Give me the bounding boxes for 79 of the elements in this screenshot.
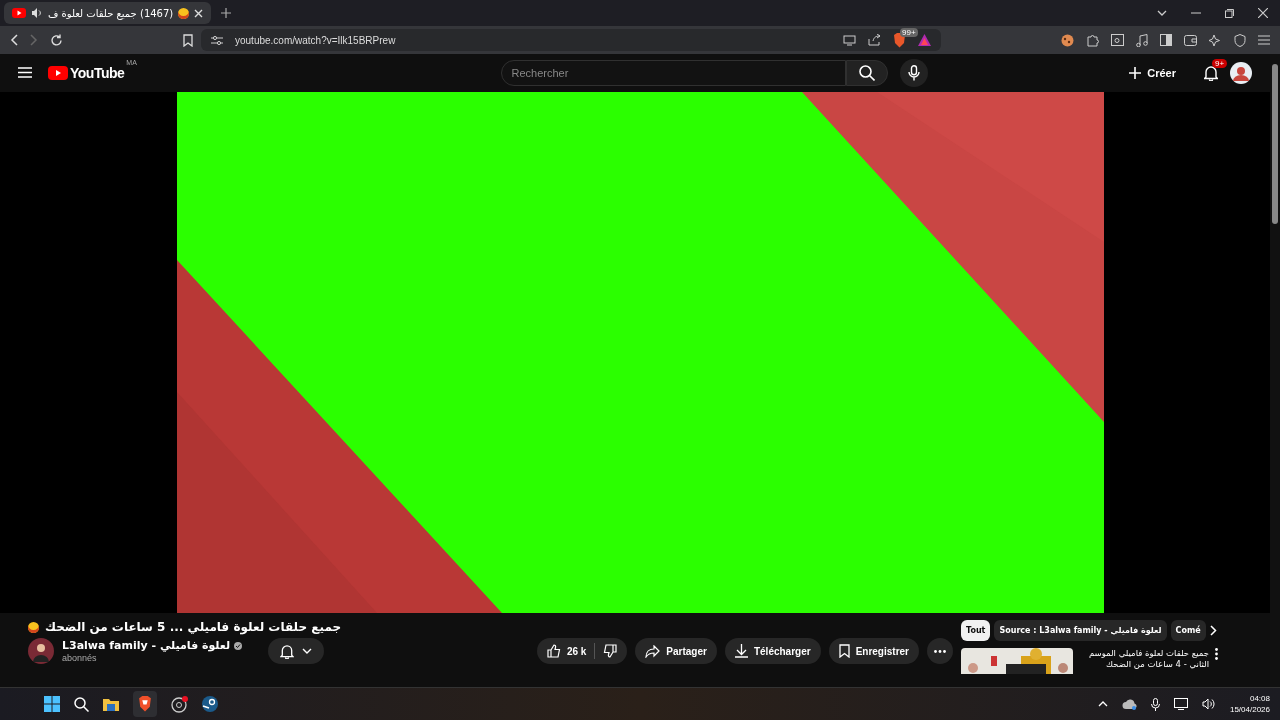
laughing-emoji-icon xyxy=(28,621,39,633)
more-icon xyxy=(934,649,946,653)
chevron-down-icon xyxy=(302,648,313,654)
puzzle-icon[interactable] xyxy=(1086,33,1099,47)
thumbs-down-icon xyxy=(603,644,618,658)
sparkle-icon[interactable] xyxy=(1209,33,1222,47)
browser-tab[interactable]: (1467) جميع حلقات لعلوة ف xyxy=(4,2,212,24)
speaker-icon[interactable] xyxy=(1201,698,1216,710)
share-icon[interactable] xyxy=(868,34,881,46)
window-search-icon[interactable] xyxy=(1111,34,1124,46)
wallet-icon[interactable] xyxy=(1184,34,1197,46)
search-icon xyxy=(858,64,875,81)
microphone-icon xyxy=(907,64,920,81)
notification-bell-button[interactable] xyxy=(268,638,325,664)
address-bar[interactable]: youtube.com/watch?v=Ilk15BRPrew 99+ xyxy=(201,29,941,51)
channel-name[interactable]: L3alwa family - لعلوة فاميلي xyxy=(62,639,231,652)
clock-date: 15/04/2026 xyxy=(1229,705,1270,714)
clock-time: 04:08 xyxy=(1249,694,1270,703)
thumbs-up-icon xyxy=(546,644,561,658)
video-title[interactable]: جميع حلقات لعلوة فاميلي الموسم الثاني - 4 ساعات من الضحك xyxy=(1079,648,1209,671)
microphone-button[interactable] xyxy=(899,58,928,87)
more-vertical-icon[interactable] xyxy=(1215,648,1218,660)
channel-avatar-icon[interactable] xyxy=(28,638,54,664)
cast-icon[interactable] xyxy=(843,34,856,46)
youtube-logo-icon xyxy=(48,65,68,80)
filter-chip[interactable]: Tout xyxy=(961,620,991,641)
filter-chip[interactable]: Comé xyxy=(1170,620,1206,641)
share-button[interactable]: Partager xyxy=(635,638,717,664)
avatar-icon[interactable] xyxy=(1230,61,1252,84)
windows-start-icon[interactable] xyxy=(44,696,60,712)
download-button[interactable]: Télécharger xyxy=(724,638,821,664)
share-arrow-icon xyxy=(645,644,661,658)
download-icon xyxy=(734,644,748,658)
filter-chip[interactable]: Source : L3alwa family - لعلوة فاميلي xyxy=(994,620,1167,641)
bell-icon xyxy=(280,643,295,659)
shield-count-badge: 99+ xyxy=(900,27,918,37)
youtube-logo-text[interactable]: YouTube xyxy=(70,64,125,81)
like-button[interactable]: 26 k xyxy=(546,644,587,658)
cookie-icon[interactable] xyxy=(1061,33,1074,47)
back-icon[interactable] xyxy=(10,34,18,46)
triangle-icon[interactable] xyxy=(918,34,931,46)
music-icon[interactable] xyxy=(1136,33,1148,47)
notification-badge: 9+ xyxy=(1212,58,1228,68)
shield-icon[interactable] xyxy=(1234,33,1246,47)
search-icon[interactable] xyxy=(74,696,89,712)
close-icon[interactable] xyxy=(1258,8,1268,18)
search-field[interactable]: Rechercher xyxy=(500,59,846,86)
site-settings-icon[interactable] xyxy=(211,34,223,46)
more-button[interactable] xyxy=(927,638,953,664)
chevron-down-icon[interactable] xyxy=(1157,10,1167,16)
record-icon[interactable] xyxy=(171,695,188,713)
bell-icon[interactable] xyxy=(1204,64,1218,81)
plus-icon xyxy=(1129,66,1142,79)
dislike-button[interactable] xyxy=(603,644,618,658)
verified-icon xyxy=(234,641,243,650)
url-text: youtube.com/watch?v=Ilk15BRPrew xyxy=(235,34,396,46)
new-tab-icon[interactable] xyxy=(221,8,232,18)
create-button[interactable]: Créer xyxy=(1123,65,1182,80)
microphone-icon[interactable] xyxy=(1150,697,1160,711)
close-icon[interactable] xyxy=(194,8,204,18)
restore-icon[interactable] xyxy=(1225,8,1234,18)
search-button[interactable] xyxy=(845,59,888,86)
subscriber-count: abonnés xyxy=(62,653,98,663)
save-button[interactable]: Enregistrer xyxy=(828,638,919,664)
steam-icon[interactable] xyxy=(202,696,218,712)
folder-icon[interactable] xyxy=(103,697,119,711)
chevron-right-icon[interactable] xyxy=(1209,625,1217,636)
reload-icon[interactable] xyxy=(50,33,63,47)
bookmark-icon[interactable] xyxy=(183,33,193,47)
sidebar-icon[interactable] xyxy=(1160,34,1172,46)
cloud-icon[interactable] xyxy=(1121,698,1137,710)
speaker-icon xyxy=(31,7,43,19)
youtube-icon xyxy=(12,8,26,18)
bookmark-icon xyxy=(838,644,850,658)
chevron-up-icon[interactable] xyxy=(1097,701,1108,707)
tab-title: (1467) جميع حلقات لعلوة ف xyxy=(48,7,174,19)
monitor-icon[interactable] xyxy=(1173,698,1188,710)
laughing-emoji-icon xyxy=(178,7,190,19)
video-title: جميع حلقات لعلوة فاميلي ... 5 ساعات من الضحك xyxy=(45,620,342,634)
